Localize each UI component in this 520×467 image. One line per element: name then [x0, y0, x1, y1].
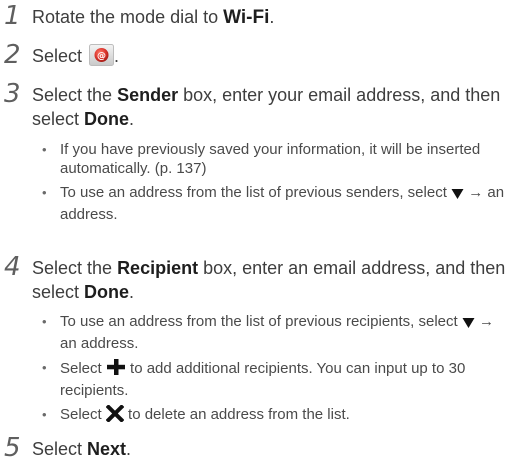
step-text-pre: Select — [32, 439, 88, 459]
bullet-text-pre: Select — [60, 360, 106, 377]
step-text: Select the Recipient box, enter an email… — [32, 256, 512, 304]
bullet-item: To use an address from the list of previ… — [42, 312, 514, 353]
step-4-bullets: To use an address from the list of previ… — [42, 312, 514, 432]
step-3-bullets: If you have previously saved your inform… — [42, 140, 514, 229]
step-text: Select Next. — [32, 437, 512, 461]
step-text: Rotate the mode dial to Wi-Fi. — [32, 5, 512, 30]
bullet-item: Select to delete an address from the lis… — [42, 404, 514, 427]
step-number: 5 — [4, 433, 21, 463]
step-text: Select @ . — [32, 44, 512, 68]
svg-text:@: @ — [97, 52, 106, 62]
done-label: Done — [84, 282, 130, 302]
sender-field-name: Sender — [117, 85, 179, 105]
step-number: 1 — [4, 1, 21, 31]
bullet-text-post: to delete an address from the list. — [123, 406, 350, 423]
bullet-text-pre: Select — [60, 406, 106, 423]
mode-name-wifi: Wi-Fi — [223, 7, 270, 28]
step-text: Select the Sender box, enter your email … — [32, 83, 512, 131]
step-text-pre: Select the — [32, 258, 118, 278]
bullet-item: If you have previously saved your inform… — [42, 140, 514, 178]
step-number: 3 — [4, 79, 21, 109]
recipient-field-name: Recipient — [117, 258, 199, 278]
bullet-item: Select to add additional recipients. You… — [42, 358, 514, 400]
step-text-pre: Select the — [32, 85, 118, 105]
bullet-text-pre: To use an address from the list of previ… — [60, 313, 462, 330]
x-icon — [105, 404, 125, 427]
step-text-post: . — [129, 282, 135, 302]
down-triangle-icon — [462, 315, 475, 334]
next-label: Next — [87, 439, 127, 459]
email-app-icon: @ — [89, 44, 115, 66]
plus-icon — [106, 358, 126, 381]
step-text-pre: Rotate the mode dial to — [32, 7, 224, 27]
step-text-pre: Select — [32, 46, 88, 66]
bullet-item: To use an address from the list of previ… — [42, 183, 514, 224]
step-text-post: . — [269, 7, 275, 27]
step-number: 4 — [4, 252, 21, 282]
down-triangle-icon — [451, 186, 464, 205]
step-number: 2 — [4, 40, 21, 70]
bullet-text: If you have previously saved your inform… — [60, 141, 481, 177]
done-label: Done — [84, 109, 130, 129]
step-text-post: . — [129, 109, 135, 129]
step-text-post: . — [114, 46, 120, 66]
bullet-text-pre: To use an address from the list of previ… — [60, 184, 452, 201]
step-text-post: . — [126, 439, 132, 459]
